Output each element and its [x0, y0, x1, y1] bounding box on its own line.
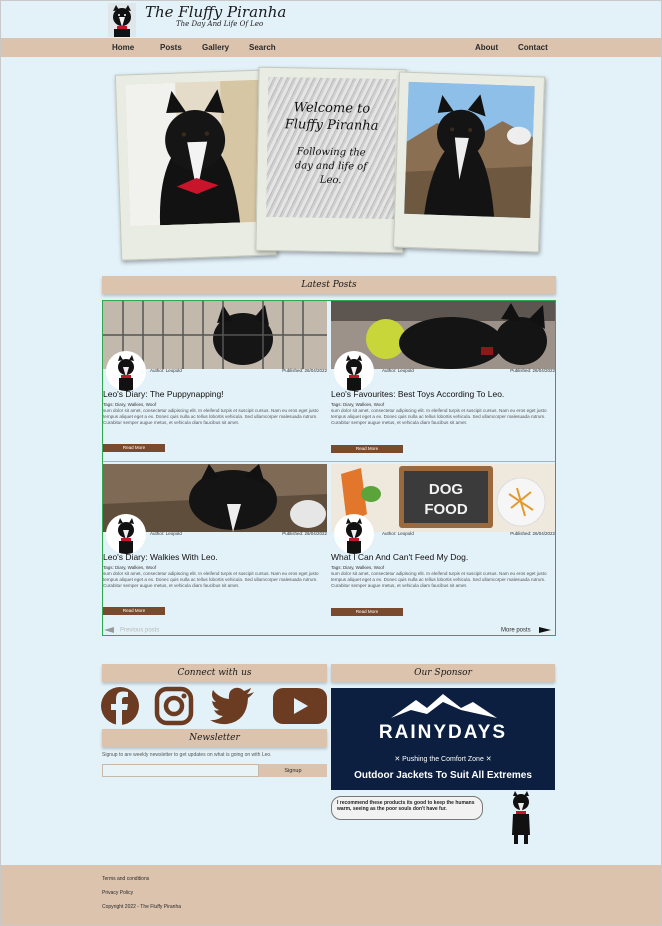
nav-home[interactable]: Home	[112, 43, 134, 52]
post-date: Published: 26/04/2022	[282, 531, 327, 536]
nav-posts[interactable]: Posts	[160, 43, 182, 52]
sponsor-brand: RAINYDAYS	[379, 722, 507, 743]
sponsor-slogan: ✕ Pushing the Comfort Zone ✕	[394, 756, 491, 763]
post-date: Published: 26/04/2022	[510, 531, 555, 536]
site-header: The Fluffy Piranha The Day And Life Of L…	[0, 0, 662, 38]
read-more-button[interactable]: Read More	[331, 608, 403, 616]
author-avatar	[334, 351, 374, 391]
connect-bar: Connect with us	[102, 664, 327, 682]
standing-dog-icon	[512, 791, 530, 844]
polaroid-right	[392, 71, 546, 253]
youtube-icon[interactable]	[273, 686, 327, 726]
post-date: Published: 26/04/2022	[510, 368, 555, 373]
sponsor-offer: Outdoor Jackets To Suit All Extremes	[354, 770, 532, 781]
polaroid-left	[114, 69, 278, 261]
post-author: Author: Leopold	[150, 368, 182, 373]
dog-text: DOG	[429, 481, 463, 498]
post-excerpt: sum dolor sit amet, consectetur adipisci…	[103, 408, 319, 425]
food-text: FOOD	[424, 501, 467, 518]
post-author: Author: Leopold	[382, 531, 414, 536]
fur-background: Welcome to Fluffy Piranha Following the …	[265, 76, 397, 220]
post-card: Author: Leopold Published: 26/04/2022 Le…	[103, 301, 327, 461]
site-title[interactable]: The Fluffy Piranha	[145, 3, 286, 21]
sponsor-heading: Our Sponsor	[414, 668, 472, 678]
post-tags: Tags: Diary, Walkies, Woof	[331, 402, 385, 407]
site-footer: Terms and conditions Privacy Policy Copy…	[0, 865, 662, 926]
latest-posts-heading: Latest Posts	[301, 280, 357, 290]
terms-link[interactable]: Terms and conditions	[102, 876, 149, 882]
more-posts-link[interactable]: More posts	[501, 627, 551, 634]
mountain-logo-icon: RAINYDAYS ✕ Pushing the Comfort Zone ✕ O…	[354, 694, 532, 781]
newsletter-text: Signup to are weekly newsletter to get u…	[102, 752, 272, 758]
tagline-line3: Leo.	[319, 174, 342, 187]
twitter-icon[interactable]	[210, 686, 256, 726]
site-subtitle: The Day And Life Of Leo	[176, 20, 264, 28]
dog-logo-icon[interactable]	[108, 3, 136, 37]
arrow-left-icon	[104, 627, 114, 633]
post-excerpt: sum dolor sit amet, consectetur adipisci…	[331, 571, 547, 588]
latest-posts-bar: Latest Posts	[102, 276, 556, 294]
previous-posts-link[interactable]: Previous posts	[104, 627, 159, 634]
speech-bubble: I recommend these products its good to k…	[331, 796, 483, 820]
post-tags: Tags: Diary, Walkies, Woof	[103, 565, 157, 570]
facebook-icon[interactable]	[100, 686, 140, 726]
read-more-button[interactable]: Read More	[103, 444, 165, 452]
connect-heading: Connect with us	[177, 668, 252, 678]
posts-grid: Author: Leopold Published: 26/04/2022 Le…	[102, 300, 556, 636]
nav-contact[interactable]: Contact	[518, 43, 548, 52]
post-title[interactable]: Leo's Diary: Walkies With Leo.	[103, 552, 218, 562]
nav-about[interactable]: About	[475, 43, 498, 52]
copyright: Copyright 2022 - The Fluffy Piranha	[102, 904, 182, 910]
post-tags: Tags: Diary, Walkies, Woof	[103, 402, 157, 407]
post-excerpt: sum dolor sit amet, consectetur adipisci…	[331, 408, 547, 425]
post-tags: Tags: Diary, Walkies, Woof	[331, 565, 385, 570]
more-posts-label: More posts	[501, 627, 531, 634]
author-avatar	[106, 351, 146, 391]
leo-outdoors-photo	[404, 81, 535, 219]
welcome-line2: Fluffy Piranha	[284, 117, 379, 134]
post-title[interactable]: Leo's Diary: The Puppynapping!	[103, 389, 224, 399]
polaroid-center: Welcome to Fluffy Piranha Following the …	[255, 66, 407, 254]
post-author: Author: Leopold	[382, 368, 414, 373]
nav-search[interactable]: Search	[249, 43, 276, 52]
newsletter-email-input[interactable]	[102, 764, 259, 777]
post-author: Author: Leopold	[150, 531, 182, 536]
post-title[interactable]: Leo's Favourites: Best Toys According To…	[331, 389, 504, 399]
post-card: DOG FOOD Author: Leopold Published: 26/0…	[331, 464, 555, 624]
newsletter-bar: Newsletter	[102, 729, 327, 747]
nav-gallery[interactable]: Gallery	[202, 43, 229, 52]
hero-polaroids: Welcome to Fluffy Piranha Following the …	[114, 66, 546, 261]
sponsor-bar: Our Sponsor	[331, 664, 555, 682]
privacy-link[interactable]: Privacy Policy	[102, 890, 133, 896]
read-more-button[interactable]: Read More	[331, 445, 403, 453]
recommendation-text: I recommend these products its good to k…	[337, 800, 475, 812]
author-avatar	[106, 514, 146, 554]
newsletter-heading: Newsletter	[189, 733, 240, 743]
post-title[interactable]: What I Can And Can't Feed My Dog.	[331, 552, 468, 562]
sponsor-ad[interactable]: RAINYDAYS ✕ Pushing the Comfort Zone ✕ O…	[331, 688, 555, 790]
signup-button[interactable]: Signup	[259, 764, 327, 777]
post-card: Author: Leopold Published: 26/04/2022 Le…	[331, 301, 555, 461]
post-excerpt: sum dolor sit amet, consectetur adipisci…	[103, 571, 319, 588]
leo-bowtie-photo	[125, 79, 267, 227]
post-card: Author: Leopold Published: 26/04/2022 Le…	[103, 464, 327, 624]
main-nav: Home Posts Gallery Search About Contact	[0, 38, 662, 57]
instagram-icon[interactable]	[154, 686, 194, 726]
row-divider	[103, 461, 555, 462]
read-more-button[interactable]: Read More	[103, 607, 165, 615]
previous-posts-label: Previous posts	[120, 627, 160, 634]
post-date: Published: 26/04/2022	[282, 368, 327, 373]
arrow-right-icon	[538, 627, 551, 633]
author-avatar	[334, 514, 374, 554]
